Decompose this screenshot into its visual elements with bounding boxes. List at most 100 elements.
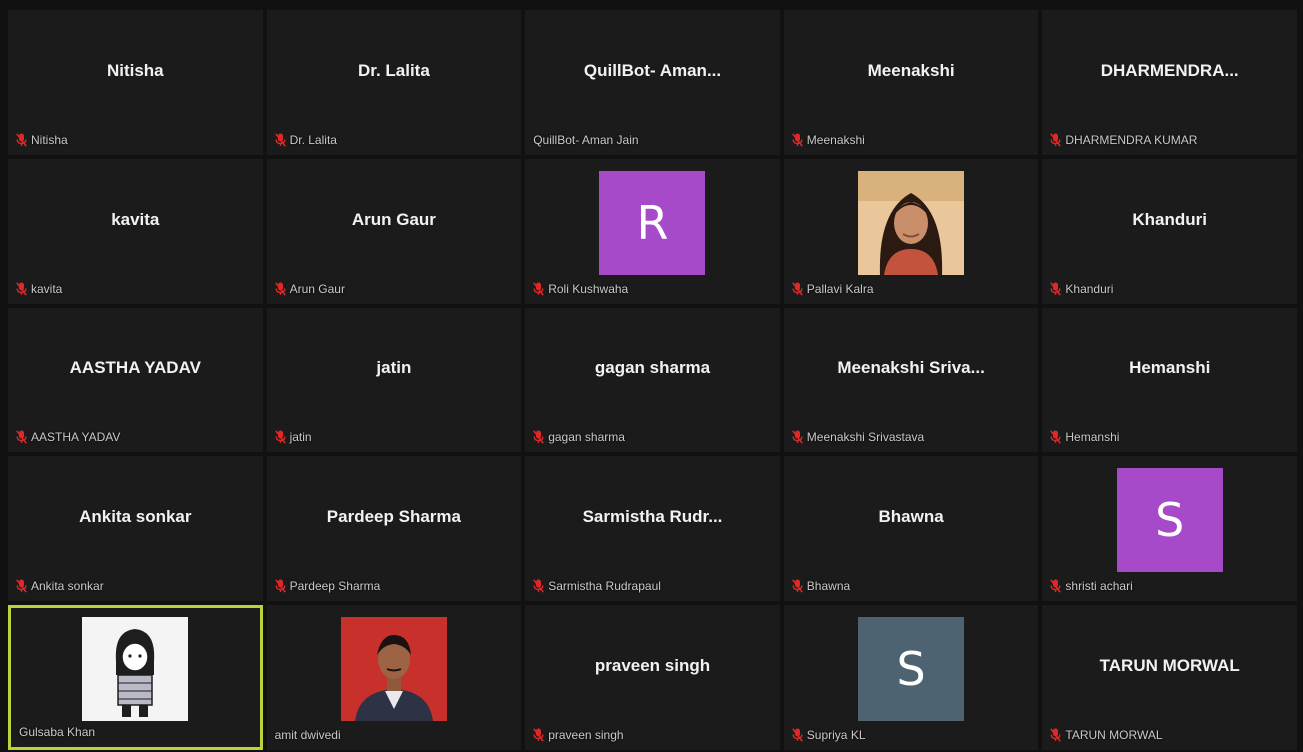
avatar: S xyxy=(858,616,965,721)
participant-name: Meenakshi xyxy=(806,132,865,147)
participant-name: DHARMENDRA KUMAR xyxy=(1065,132,1198,147)
gallery-view: Nitisha Nitisha Dr. Lalita Dr. Lalita QuillB… xyxy=(0,0,1303,752)
participant-name: jatin xyxy=(289,430,312,445)
participant-tile[interactable]: QuillBot- Aman... QuillBot- Aman Jain xyxy=(525,10,780,155)
participant-name-label: kavita xyxy=(16,282,62,296)
mic-muted-icon xyxy=(274,579,286,593)
participant-tile[interactable]: jatin jatin xyxy=(266,307,522,453)
participant-tile[interactable]: Hemanshi Hemanshi xyxy=(1042,307,1297,453)
participant-tile[interactable]: amit dwivedi xyxy=(266,605,522,750)
participant-name: Pallavi Kalra xyxy=(806,281,874,296)
participant-display-name: Pardeep Sharma xyxy=(326,507,461,527)
participant-tile[interactable]: S Supriya KL xyxy=(783,605,1039,750)
participant-name-label: jatin xyxy=(274,430,312,445)
participant-tile[interactable]: Arun Gaur Arun Gaur xyxy=(266,158,522,304)
mic-muted-icon xyxy=(791,728,803,742)
mic-muted-icon xyxy=(1050,281,1062,296)
participant-tile[interactable]: Sarmistha Rudr... Sarmistha Rudrapaul xyxy=(525,456,780,602)
participant-name: praveen singh xyxy=(548,728,624,742)
mic-muted-icon xyxy=(533,728,545,742)
mic-muted-icon xyxy=(1050,579,1062,593)
participant-display-name: Dr. Lalita xyxy=(357,60,430,80)
participant-name-label: gagan sharma xyxy=(533,430,625,444)
participant-name-label: Hemanshi xyxy=(1050,430,1119,444)
avatar: R xyxy=(599,170,706,275)
participant-name: Gulsaba Khan xyxy=(19,725,96,739)
participant-tile[interactable]: AASTHA YADAV AASTHA YADAV xyxy=(8,307,263,453)
participant-display-name: QuillBot- Aman... xyxy=(583,60,722,80)
participant-display-name: Sarmistha Rudr... xyxy=(582,507,723,527)
participant-name: Roli Kushwaha xyxy=(548,281,629,296)
participant-display-name: Bhawna xyxy=(878,507,944,527)
participant-photo xyxy=(858,170,965,275)
participant-name-label: Roli Kushwaha xyxy=(533,282,628,296)
participant-tile[interactable]: gagan sharma gagan sharma xyxy=(525,307,780,453)
participant-display-name: Nitisha xyxy=(106,60,164,80)
participant-display-name: Ankita sonkar xyxy=(79,507,192,527)
participant-tile[interactable]: Meenakshi Sriva... Meenakshi Srivastava xyxy=(783,307,1039,453)
participant-name-label: Arun Gaur xyxy=(274,281,345,296)
participant-display-name: Meenakshi xyxy=(867,60,955,80)
participant-tile[interactable]: Dr. Lalita Dr. Lalita xyxy=(266,10,522,155)
participant-tile[interactable]: Pallavi Kalra xyxy=(783,158,1039,304)
participant-name: Khanduri xyxy=(1065,281,1114,296)
participant-tile[interactable]: TARUN MORWAL TARUN MORWAL xyxy=(1042,605,1297,750)
mic-muted-icon xyxy=(791,430,803,445)
mic-muted-icon xyxy=(16,430,27,445)
participant-name-label: Nitisha xyxy=(16,133,68,147)
participant-tile[interactable]: Nitisha Nitisha xyxy=(8,10,263,155)
mic-muted-icon xyxy=(16,133,27,147)
participant-name-label: Sarmistha Rudrapaul xyxy=(533,579,661,593)
participant-name-label: Pallavi Kalra xyxy=(791,281,874,296)
participant-name-label: amit dwivedi xyxy=(275,728,341,742)
participant-name: AASTHA YADAV xyxy=(31,430,121,445)
participant-tile[interactable]: Sshristi achari xyxy=(1042,456,1297,602)
participant-name: Arun Gaur xyxy=(289,281,345,296)
mic-muted-icon xyxy=(1050,728,1062,742)
participant-display-name: praveen singh xyxy=(594,656,711,675)
mic-muted-icon xyxy=(533,281,545,296)
mic-muted-icon xyxy=(791,133,803,147)
participant-name-label: praveen singh xyxy=(533,728,624,742)
participant-name: Meenakshi Srivastava xyxy=(806,430,925,445)
mic-muted-icon xyxy=(1050,133,1062,147)
mic-muted-icon xyxy=(533,579,545,593)
participant-name: QuillBot- Aman Jain xyxy=(533,132,639,147)
participant-display-name: AASTHA YADAV xyxy=(69,358,201,378)
participant-tile[interactable]: praveen singh praveen singh xyxy=(525,605,780,750)
participant-tile[interactable]: DHARMENDRA... DHARMENDRA KUMAR xyxy=(1042,10,1297,155)
participant-name-label: Ankita sonkar xyxy=(16,579,104,593)
participant-display-name: kavita xyxy=(111,209,160,229)
avatar: S xyxy=(1116,468,1223,573)
participant-name-label: Meenakshi xyxy=(791,132,865,147)
mic-muted-icon xyxy=(791,579,803,593)
participant-tile[interactable]: Pardeep Sharma Pardeep Sharma xyxy=(266,456,522,602)
participant-display-name: jatin xyxy=(376,358,412,378)
participant-name-label: TARUN MORWAL xyxy=(1050,728,1163,742)
participant-tile[interactable]: Meenakshi Meenakshi xyxy=(783,10,1039,155)
participant-name: TARUN MORWAL xyxy=(1065,728,1163,742)
participant-name-label: Gulsaba Khan xyxy=(19,725,95,739)
participant-tile[interactable]: Gulsaba Khan xyxy=(8,605,263,750)
mic-muted-icon xyxy=(274,281,286,296)
participant-name-label: Meenakshi Srivastava xyxy=(791,430,925,445)
participant-tile[interactable]: kavita kavita xyxy=(8,158,263,304)
mic-muted-icon xyxy=(533,430,545,445)
participant-name-label: Dr. Lalita xyxy=(274,133,337,147)
participant-tile[interactable]: R Roli Kushwaha xyxy=(525,158,780,304)
participant-name-label: Khanduri xyxy=(1050,282,1113,296)
participant-display-name: Meenakshi Sriva... xyxy=(837,358,985,378)
participant-name: shristi achari xyxy=(1065,579,1133,594)
participant-display-name: Khanduri xyxy=(1132,209,1207,229)
participant-tile[interactable]: Ankita sonkar Ankita sonkar xyxy=(8,456,263,602)
participant-photo xyxy=(340,616,447,721)
participant-display-name: Arun Gaur xyxy=(351,209,436,229)
participant-name: Ankita sonkar xyxy=(31,579,104,594)
participant-name: Supriya KL xyxy=(806,728,866,742)
participant-name: gagan sharma xyxy=(548,430,625,445)
participant-tile[interactable]: Bhawna Bhawna xyxy=(783,456,1039,602)
participant-name: Hemanshi xyxy=(1065,430,1120,445)
participant-name-label: Pardeep Sharma xyxy=(274,579,380,593)
participant-tile[interactable]: Khanduri Khanduri xyxy=(1042,158,1297,304)
participant-name-label: AASTHA YADAV xyxy=(16,430,120,444)
